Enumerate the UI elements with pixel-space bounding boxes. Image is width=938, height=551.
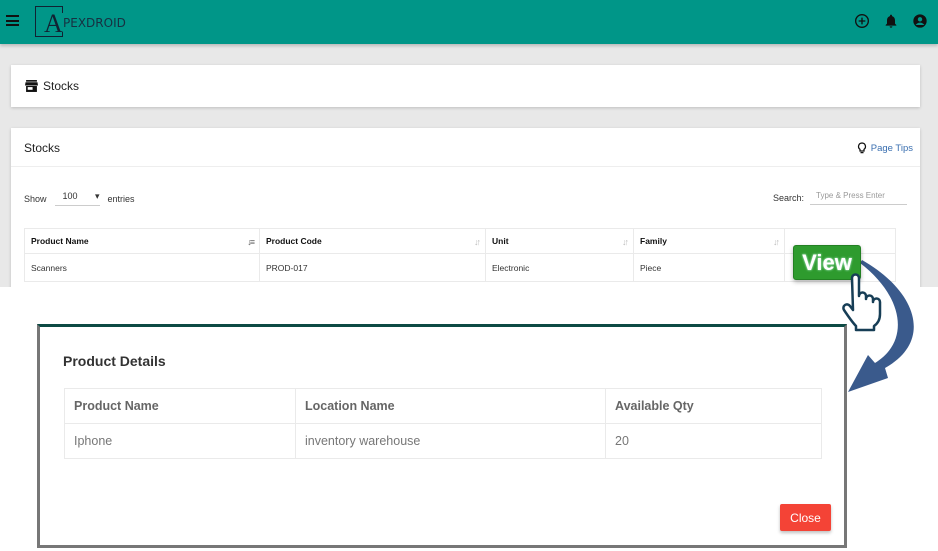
- column-label: Family: [640, 236, 667, 246]
- sort-icon: ↓↑: [474, 237, 481, 247]
- breadcrumb-card: Stocks: [11, 65, 920, 107]
- cell-unit: Electronic: [485, 253, 634, 282]
- cell-location-name: inventory warehouse: [295, 423, 606, 459]
- entries-label: entries: [107, 193, 135, 204]
- hand-pointer-icon: [842, 273, 882, 332]
- store-icon: [25, 80, 38, 92]
- column-header-available-qty: Available Qty: [605, 388, 822, 424]
- menu-icon[interactable]: [6, 15, 19, 26]
- account-circle-icon[interactable]: [912, 13, 928, 29]
- column-header-product-name: Product Name: [64, 388, 296, 424]
- stocks-card-title: Stocks: [24, 141, 61, 155]
- sort-icon: ↓↑: [773, 237, 780, 247]
- product-details-table: Product Name Location Name Available Qty…: [64, 388, 822, 459]
- dropdown-arrow-icon: ▾: [94, 191, 100, 201]
- column-label: Product Code: [266, 236, 322, 246]
- cell-product-name: Iphone: [64, 423, 296, 459]
- cell-product-code: PROD-017: [259, 253, 486, 282]
- product-details-modal: Product Details Product Name Location Na…: [37, 324, 847, 548]
- page-tips-link[interactable]: Page Tips: [857, 142, 913, 154]
- breadcrumb-title: Stocks: [43, 79, 80, 93]
- stocks-card-header: Stocks Page Tips: [11, 128, 920, 167]
- table-header-row: Product Name ↓≡ Product Code ↓↑ Unit ↓↑ …: [24, 228, 896, 254]
- lightbulb-icon: [857, 142, 866, 154]
- bell-icon[interactable]: [883, 13, 899, 29]
- close-button[interactable]: Close: [780, 504, 831, 531]
- table-row: Iphone inventory warehouse 20: [64, 423, 822, 459]
- cell-product-name: Scanners: [24, 253, 260, 282]
- column-header-location-name: Location Name: [295, 388, 606, 424]
- modal-title: Product Details: [63, 353, 166, 369]
- top-navbar: A PEXDROID: [0, 0, 938, 44]
- sort-icon: ↓↑: [622, 237, 629, 247]
- column-header-unit[interactable]: Unit ↓↑: [485, 228, 634, 254]
- cell-available-qty: 20: [605, 423, 822, 459]
- cell-family: Piece: [633, 253, 785, 282]
- sort-desc-icon: ↓≡: [247, 237, 255, 247]
- page-tips-label: Page Tips: [870, 142, 913, 154]
- search-control: Search:: [773, 191, 907, 205]
- search-input[interactable]: [810, 191, 907, 205]
- column-header-product-name[interactable]: Product Name ↓≡: [24, 228, 260, 254]
- column-header-product-code[interactable]: Product Code ↓↑: [259, 228, 486, 254]
- table-row: Scanners PROD-017 Electronic Piece: [24, 253, 896, 282]
- stocks-table: Product Name ↓≡ Product Code ↓↑ Unit ↓↑ …: [24, 228, 896, 282]
- app-logo[interactable]: A PEXDROID: [35, 6, 135, 37]
- breadcrumb: Stocks: [25, 79, 79, 93]
- show-label: Show: [24, 193, 47, 204]
- table-header-row: Product Name Location Name Available Qty: [64, 388, 822, 424]
- search-label: Search:: [772, 193, 804, 203]
- entries-control: Show 100 ▾ entries: [24, 191, 135, 206]
- column-label: Product Name: [31, 236, 89, 246]
- entries-select[interactable]: 100 ▾: [54, 191, 100, 206]
- logo-letter: A: [44, 9, 63, 38]
- column-label: Unit: [492, 236, 509, 246]
- entries-value: 100: [62, 191, 78, 201]
- add-circle-icon[interactable]: [854, 13, 870, 29]
- logo-text: PEXDROID: [63, 16, 126, 30]
- column-header-family[interactable]: Family ↓↑: [633, 228, 785, 254]
